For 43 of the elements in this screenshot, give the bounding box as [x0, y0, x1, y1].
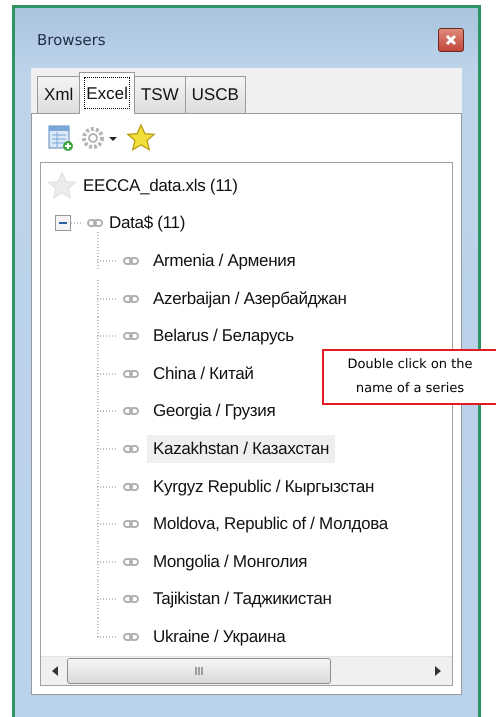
- link-icon: [123, 519, 139, 530]
- callout-note: Double click on the name of a series: [322, 349, 496, 405]
- window-title: Browsers: [37, 31, 106, 49]
- tree-item[interactable]: EECCA_data.xls (11): [77, 172, 244, 200]
- tree-item[interactable]: Belarus / Беларусь: [147, 322, 300, 350]
- tree-item[interactable]: Kyrgyz Republic / Кыргызстан: [147, 472, 380, 501]
- link-icon: [123, 331, 139, 342]
- close-button[interactable]: [438, 28, 464, 52]
- tree-item[interactable]: Kazakhstan / Казахстан: [147, 434, 336, 463]
- tab[interactable]: Xml: [37, 76, 80, 114]
- scroll-right-icon[interactable]: [434, 664, 442, 677]
- close-icon: [445, 34, 457, 46]
- tree-item[interactable]: Data$ (11): [103, 209, 192, 238]
- tree-item[interactable]: Moldova, Republic of / Молдова: [147, 510, 394, 538]
- tree-item[interactable]: Mongolia / Монголия: [147, 548, 314, 576]
- link-icon: [87, 218, 103, 228]
- star-icon[interactable]: [47, 170, 77, 201]
- tree-item[interactable]: Tajikistan / Таджикистан: [147, 585, 338, 614]
- link-icon: [123, 556, 139, 567]
- link-icon: [123, 482, 139, 492]
- tab[interactable]: Excel: [79, 72, 135, 114]
- link-icon: [123, 632, 139, 642]
- tree-item[interactable]: Azerbaijan / Азербайджан: [147, 284, 353, 313]
- link-icon: [123, 294, 139, 304]
- tree-item[interactable]: Ukraine / Украина: [147, 622, 292, 651]
- link-icon: [123, 444, 139, 454]
- link-icon: [123, 406, 139, 416]
- add-table-icon[interactable]: [48, 124, 74, 152]
- scrollbar-thumb[interactable]: [67, 658, 331, 684]
- link-icon: [123, 368, 139, 379]
- scroll-left-icon[interactable]: [51, 664, 59, 677]
- grip-icon: [194, 666, 204, 676]
- settings-icon[interactable]: [80, 124, 120, 152]
- star-icon[interactable]: [126, 123, 156, 153]
- link-icon: [123, 256, 139, 266]
- tree-item[interactable]: Armenia / Армения: [147, 246, 302, 275]
- tree-item[interactable]: China / Китай: [147, 360, 260, 388]
- collapse-icon[interactable]: [55, 215, 71, 232]
- tab[interactable]: TSW: [134, 76, 186, 114]
- tree-item[interactable]: Georgia / Грузия: [147, 397, 282, 426]
- link-icon: [123, 594, 139, 604]
- tab[interactable]: USCB: [184, 76, 246, 114]
- tree-line: [71, 222, 83, 224]
